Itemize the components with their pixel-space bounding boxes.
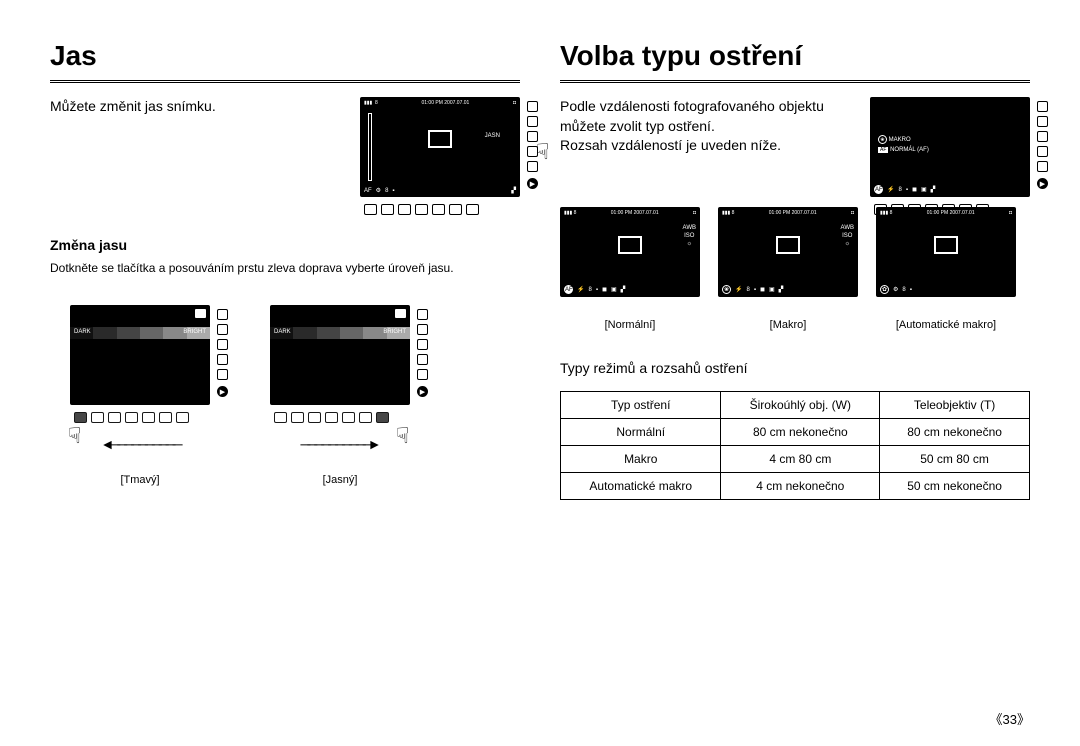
zmena-jasu-title: Změna jasu xyxy=(50,237,520,253)
table-row: Makro 4 cm 80 cm 50 cm 80 cm xyxy=(561,445,1030,472)
title-rule xyxy=(560,80,1030,83)
table-row: Normální 80 cm nekonečno 80 cm nekonečno xyxy=(561,418,1030,445)
focus-mode-screen: ❀ MAKRO AF NORMÁL (AF) AF ⚡8▪◼▣▞ ▶ xyxy=(870,97,1030,197)
jas-preview-screen: ▮▮▮ 8 01:00 PM 2007.07.01 ◘ JASN AF⚙8▪ ▞… xyxy=(360,97,520,197)
focus-table-title: Typy režimů a rozsahů ostření xyxy=(560,359,1030,379)
play-icon: ▶ xyxy=(527,178,538,189)
auto-flower-icon: ✿ xyxy=(880,285,889,294)
right-column: Volba typu ostření Podle vzdálenosti fot… xyxy=(560,40,1030,500)
jas-title: Jas xyxy=(50,40,520,72)
screen-bottom-buttons[interactable] xyxy=(364,204,479,215)
dark-label: [Tmavý] xyxy=(70,474,210,486)
focus-examples-row: ▮▮▮ 801:00 PM 2007.07.01◘ AWBISO☼ AF⚡8▪◼… xyxy=(560,207,1030,331)
focus-intro-1: Podle vzdálenosti fotografovaného objekt… xyxy=(560,97,850,136)
hand-icon: ☟ xyxy=(68,423,88,447)
af-icon: AF xyxy=(874,185,883,194)
focus-intro-2: Rozsah vzdáleností je uveden níže. xyxy=(560,136,850,156)
focus-example-auto-makro: ▮▮▮ 801:00 PM 2007.07.01◘ ✿⚙8▪ xyxy=(876,207,1016,297)
focus-example-label: [Automatické makro] xyxy=(876,319,1016,331)
camera-icon xyxy=(395,309,406,318)
jas-intro: Můžete změnit jas snímku. xyxy=(50,97,330,117)
focus-example-makro: ▮▮▮ 801:00 PM 2007.07.01◘ AWBISO☼ ❀⚡8▪◼▣… xyxy=(718,207,858,297)
page-number: 33 xyxy=(990,709,1031,728)
hand-icon: ☟ xyxy=(396,423,416,447)
table-row: Automatické makro 4 cm nekonečno 50 cm n… xyxy=(561,472,1030,499)
flower-icon: ❀ xyxy=(722,285,731,294)
zmena-jasu-instruction: Dotkněte se tlačítka a posouváním prstu … xyxy=(50,261,520,275)
hand-icon: ☟ xyxy=(536,139,556,163)
title-rule xyxy=(50,80,520,83)
focus-example-label: [Normální] xyxy=(560,319,700,331)
brightness-examples: DARK BRIGHT ▶ ☟ [Tmavý] xyxy=(70,305,520,486)
left-column: Jas Můžete změnit jas snímku. ▮▮▮ 8 01:0… xyxy=(50,40,520,500)
focus-title: Volba typu ostření xyxy=(560,40,1030,72)
jasn-label: JASN xyxy=(485,133,500,139)
focus-example-label: [Makro] xyxy=(718,319,858,331)
focus-range-table: Typ ostření Širokoúhlý obj. (W) Teleobje… xyxy=(560,391,1030,500)
bright-label: [Jasný] xyxy=(270,474,410,486)
arrow-left-icon xyxy=(70,436,210,452)
table-row: Typ ostření Širokoúhlý obj. (W) Teleobje… xyxy=(561,391,1030,418)
camera-icon xyxy=(195,309,206,318)
dark-preview: DARK BRIGHT xyxy=(70,305,210,405)
focus-example-normal: ▮▮▮ 801:00 PM 2007.07.01◘ AWBISO☼ AF⚡8▪◼… xyxy=(560,207,700,297)
arrow-right-icon xyxy=(270,436,410,452)
bright-preview: DARK BRIGHT xyxy=(270,305,410,405)
